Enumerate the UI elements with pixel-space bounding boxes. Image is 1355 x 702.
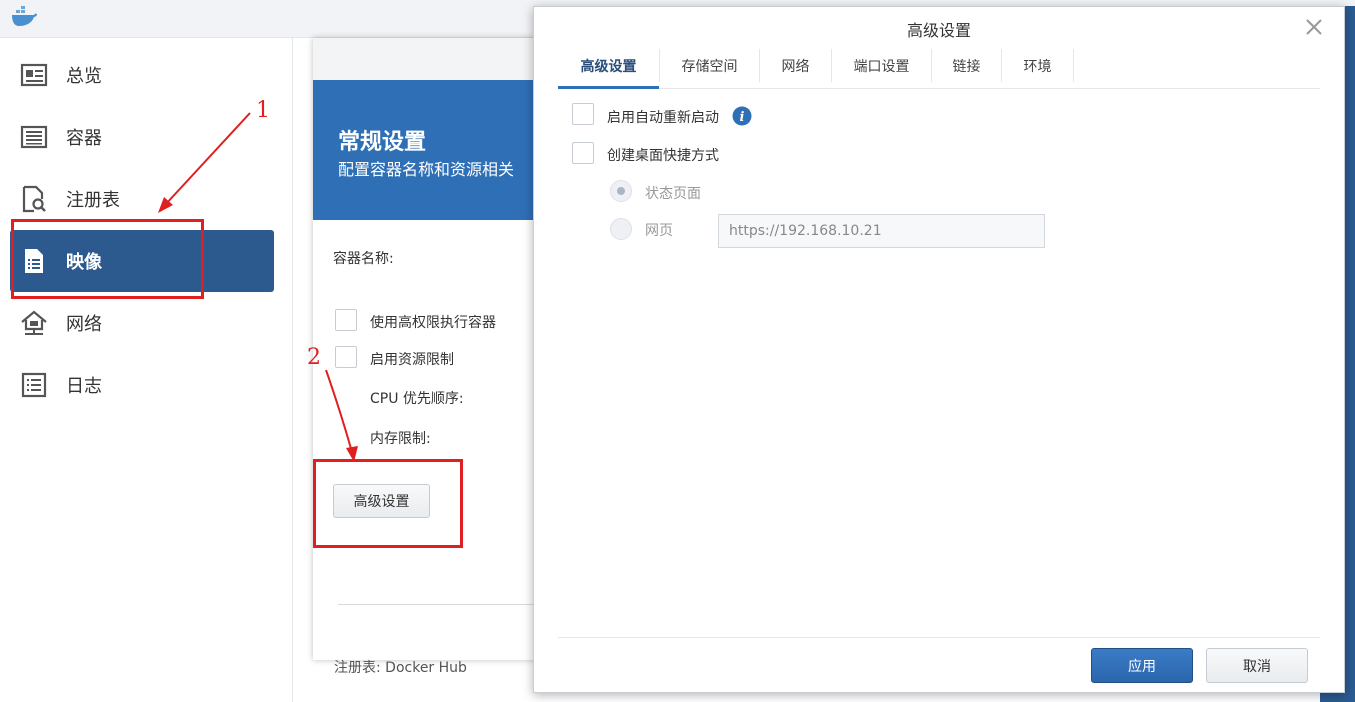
docker-whale-icon[interactable] (10, 6, 38, 28)
network-house-icon (21, 310, 47, 335)
annotation-box-images (11, 219, 204, 299)
annotation-number-1: 1 (256, 98, 270, 123)
sidebar-item-containers[interactable]: 容器 (10, 106, 274, 168)
privileged-label: 使用高权限执行容器 (370, 315, 496, 331)
desktop-shortcut-label: 创建桌面快捷方式 (607, 148, 719, 164)
overview-card-icon (20, 63, 48, 87)
dialog-tabs: 高级设置 存储空间 网络 端口设置 链接 环境 (558, 49, 1320, 89)
annotation-number-2: 2 (307, 345, 321, 370)
registry-info: 注册表: Docker Hub (334, 660, 467, 676)
apply-button[interactable]: 应用 (1091, 648, 1193, 683)
web-page-radio[interactable] (610, 218, 632, 240)
info-icon[interactable]: i (732, 106, 752, 126)
sidebar-item-overview[interactable]: 总览 (10, 44, 274, 106)
advanced-settings-dialog: 高级设置 高级设置 存储空间 网络 端口设置 链接 环境 启用自动重新启动 i … (533, 6, 1345, 693)
sidebar-divider (292, 38, 293, 702)
wizard-title: 常规设置 (338, 130, 427, 155)
desktop-shortcut-checkbox[interactable] (572, 142, 594, 164)
sidebar-item-label: 网络 (66, 314, 102, 335)
sidebar-item-logs[interactable]: 日志 (10, 354, 274, 416)
sidebar-item-label: 总览 (66, 66, 102, 87)
status-page-label: 状态页面 (645, 186, 701, 202)
log-list-icon (21, 372, 47, 398)
memory-limit-label: 内存限制: (370, 431, 431, 447)
url-input[interactable] (718, 214, 1045, 248)
container-name-label: 容器名称: (333, 251, 394, 267)
dialog-title: 高级设置 (906, 21, 971, 40)
tab-network[interactable]: 网络 (760, 49, 832, 82)
sidebar-item-label: 注册表 (66, 190, 120, 211)
sidebar: 总览 容器 注册表 映像 网络 日志 (0, 38, 292, 702)
auto-restart-label: 启用自动重新启动 (607, 110, 719, 126)
tab-links[interactable]: 链接 (932, 49, 1002, 82)
dialog-footer-divider (558, 637, 1320, 638)
container-list-icon (20, 125, 48, 149)
resource-limit-label: 启用资源限制 (370, 352, 454, 368)
sidebar-item-label: 容器 (66, 128, 102, 149)
wizard-subtitle: 配置容器名称和资源相关 (338, 160, 515, 179)
privileged-checkbox[interactable] (335, 309, 357, 331)
sidebar-item-label: 日志 (66, 376, 102, 397)
tab-environment[interactable]: 环境 (1002, 49, 1074, 82)
close-icon[interactable] (1304, 17, 1324, 37)
tab-storage[interactable]: 存储空间 (660, 49, 760, 82)
tab-advanced[interactable]: 高级设置 (558, 49, 660, 89)
cancel-button[interactable]: 取消 (1206, 648, 1308, 683)
web-page-label: 网页 (645, 223, 673, 239)
registry-search-icon (22, 185, 46, 213)
auto-restart-checkbox[interactable] (572, 103, 594, 125)
annotation-box-advanced (313, 459, 463, 548)
sidebar-item-network[interactable]: 网络 (10, 292, 274, 354)
tab-port-settings[interactable]: 端口设置 (832, 49, 932, 82)
status-page-radio[interactable] (610, 180, 632, 202)
svg-text:i: i (740, 110, 745, 125)
resource-limit-checkbox[interactable] (335, 346, 357, 368)
cpu-priority-label: CPU 优先顺序: (370, 391, 464, 407)
